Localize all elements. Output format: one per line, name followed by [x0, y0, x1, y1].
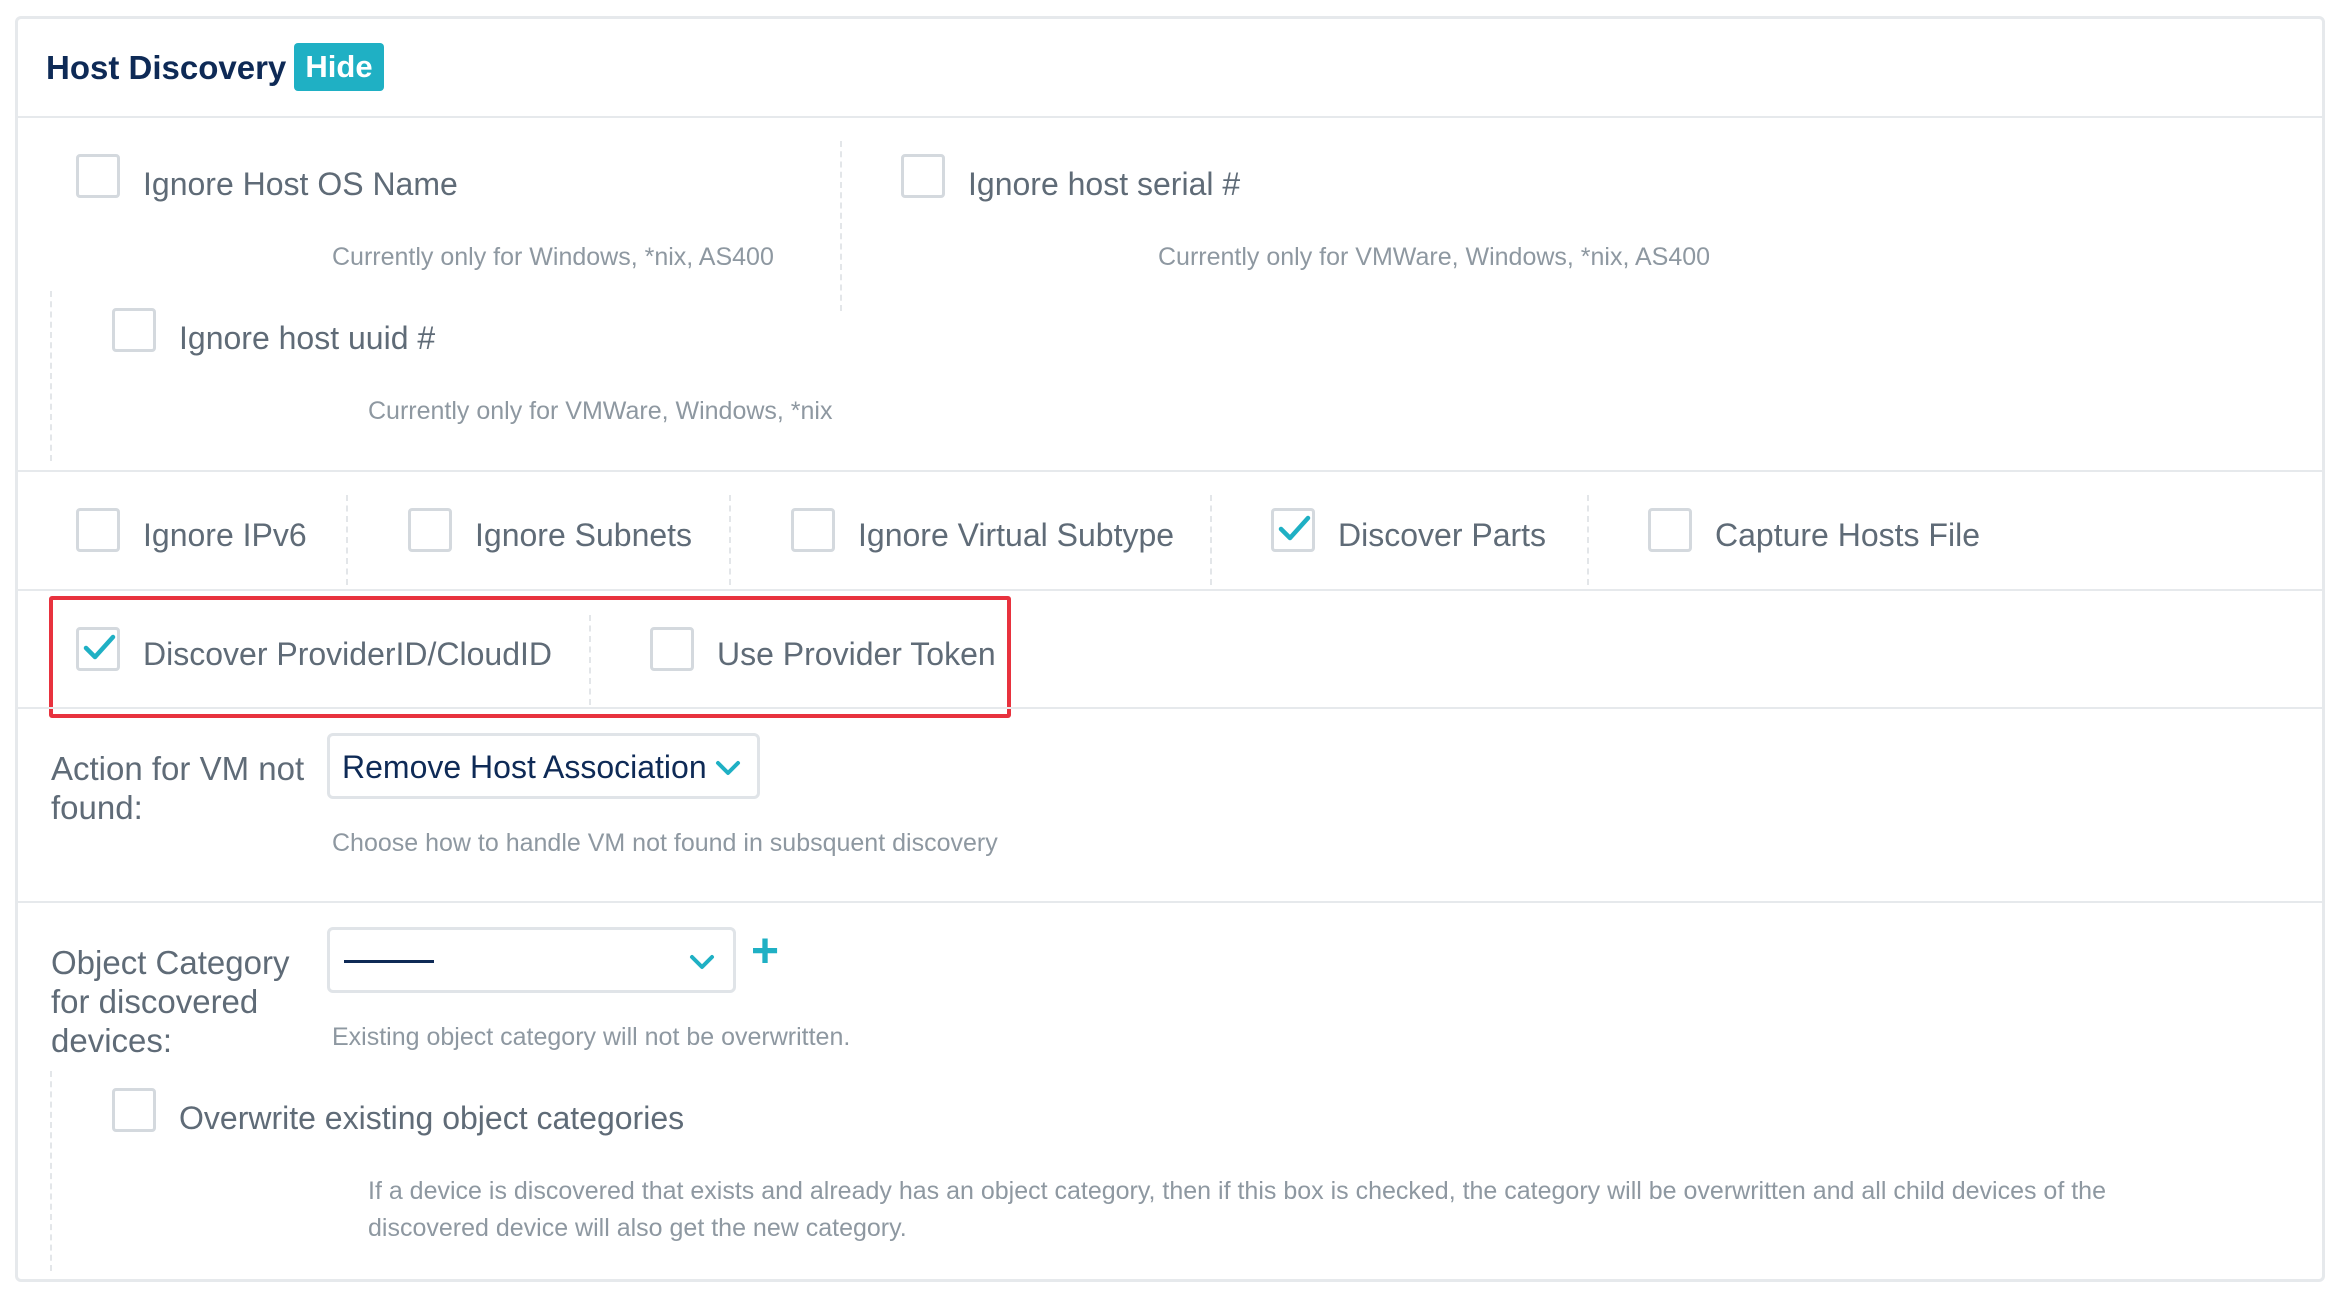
host-discovery-panel: Host Discovery Hide Ignore Host OS Name …	[15, 16, 2325, 1282]
chevron-down-icon	[690, 955, 714, 969]
object-category-hint: Existing object category will not be ove…	[332, 1023, 851, 1051]
chevron-down-icon	[716, 761, 740, 775]
hide-button[interactable]: Hide	[294, 43, 384, 91]
discover-parts-label: Discover Parts	[1338, 517, 1547, 553]
ignore-virtual-subtype-checkbox[interactable]	[791, 508, 835, 552]
vm-action-label: Action for VM not found:	[51, 750, 305, 826]
ignore-host-uuid-hint: Currently only for VMWare, Windows, *nix	[368, 397, 833, 425]
ignore-host-serial-label: Ignore host serial #	[968, 166, 1241, 202]
section-divider	[18, 901, 2322, 903]
checkmark-icon	[1278, 515, 1311, 541]
column-divider	[50, 291, 52, 461]
highlight-box	[49, 596, 1011, 718]
ignore-subnets-label: Ignore Subnets	[475, 517, 693, 553]
ignore-host-serial-hint: Currently only for VMWare, Windows, *nix…	[1158, 243, 1711, 271]
add-category-button[interactable]: +	[751, 928, 779, 976]
object-category-select[interactable]	[327, 927, 736, 993]
empty-option-placeholder	[344, 960, 434, 963]
overwrite-categories-checkbox[interactable]	[112, 1088, 156, 1132]
ignore-host-os-name-hint: Currently only for Windows, *nix, AS400	[332, 243, 774, 271]
column-divider	[840, 141, 842, 311]
column-divider	[50, 1071, 52, 1271]
column-divider	[346, 495, 348, 585]
column-divider	[729, 495, 731, 585]
panel-header: Host Discovery Hide	[18, 19, 2322, 118]
ignore-subnets-checkbox[interactable]	[408, 508, 452, 552]
overwrite-categories-label: Overwrite existing object categories	[179, 1100, 685, 1136]
overwrite-categories-hint-line2: discovered device will also get the new …	[368, 1214, 907, 1242]
ignore-host-serial-checkbox[interactable]	[901, 154, 945, 198]
section-divider	[18, 470, 2322, 472]
vm-action-selected-value: Remove Host Association	[342, 749, 707, 785]
panel-title: Host Discovery	[46, 49, 287, 86]
capture-hosts-file-label: Capture Hosts File	[1715, 517, 1980, 553]
vm-action-select[interactable]: Remove Host Association	[327, 733, 760, 799]
overwrite-categories-hint-line1: If a device is discovered that exists an…	[368, 1177, 2106, 1205]
column-divider	[1587, 495, 1589, 585]
section-divider	[18, 707, 2322, 709]
discover-parts-checkbox[interactable]	[1271, 508, 1315, 552]
ignore-host-uuid-checkbox[interactable]	[112, 308, 156, 352]
ignore-host-os-name-checkbox[interactable]	[76, 154, 120, 198]
capture-hosts-file-checkbox[interactable]	[1648, 508, 1692, 552]
object-category-label: Object Category for discovered devices:	[51, 944, 290, 1059]
ignore-ipv6-checkbox[interactable]	[76, 508, 120, 552]
ignore-virtual-subtype-label: Ignore Virtual Subtype	[858, 517, 1175, 553]
section-divider	[18, 589, 2322, 591]
column-divider	[1210, 495, 1212, 585]
vm-action-hint: Choose how to handle VM not found in sub…	[332, 829, 998, 857]
ignore-host-os-name-label: Ignore Host OS Name	[143, 166, 458, 202]
ignore-host-uuid-label: Ignore host uuid #	[179, 320, 436, 356]
ignore-ipv6-label: Ignore IPv6	[143, 517, 307, 553]
